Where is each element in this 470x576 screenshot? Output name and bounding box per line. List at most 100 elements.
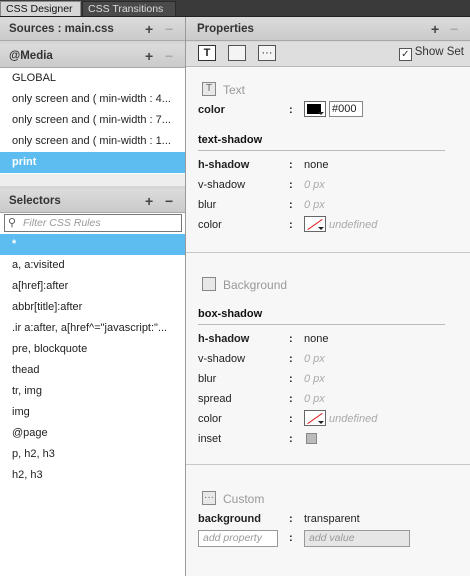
- filter-placeholder: Filter CSS Rules: [23, 217, 101, 229]
- properties-toolbar: T ··· ✓ Show Set: [186, 42, 470, 67]
- box-spread-value[interactable]: 0 px: [304, 393, 325, 405]
- properties-body: T Text color : #000 text-shadow h-shadow…: [186, 67, 470, 576]
- selector-item-universal[interactable]: *: [0, 234, 185, 255]
- selector-item[interactable]: tr, img: [0, 381, 185, 402]
- show-set-toggle[interactable]: ✓ Show Set: [398, 46, 464, 61]
- selector-item[interactable]: p, h2, h3: [0, 444, 185, 465]
- colon: :: [289, 104, 293, 116]
- show-set-checkbox[interactable]: ✓: [398, 48, 412, 61]
- colon: :: [289, 199, 293, 211]
- media-item[interactable]: only screen and ( min-width : 1...: [0, 131, 185, 152]
- background-value[interactable]: transparent: [304, 513, 360, 525]
- custom-category-icon[interactable]: ···: [258, 45, 276, 61]
- colon: :: [289, 513, 293, 525]
- show-set-label: Show Set: [414, 46, 464, 58]
- custom-group-title: Custom: [223, 492, 265, 506]
- box-color-swatch[interactable]: [304, 410, 326, 426]
- box-blur-value[interactable]: 0 px: [304, 373, 325, 385]
- colon: :: [289, 159, 293, 171]
- add-media-button[interactable]: +: [145, 44, 153, 68]
- background-category-icon[interactable]: [228, 45, 246, 61]
- h-shadow-value[interactable]: none: [304, 159, 328, 171]
- remove-source-button[interactable]: −: [165, 17, 173, 41]
- colon: :: [289, 333, 293, 345]
- box-v-shadow-value[interactable]: 0 px: [304, 353, 325, 365]
- sources-title: Sources : main.css: [9, 23, 114, 35]
- box-color-label: color: [198, 413, 222, 425]
- group-separator: [186, 252, 470, 253]
- v-shadow-value[interactable]: 0 px: [304, 179, 325, 191]
- shadow-color-value[interactable]: undefined: [329, 219, 377, 231]
- add-property-button[interactable]: +: [431, 17, 439, 41]
- background-label: background: [198, 513, 261, 525]
- add-source-button[interactable]: +: [145, 17, 153, 41]
- box-shadow-title: box-shadow: [198, 308, 263, 320]
- selectors-title: Selectors: [9, 195, 61, 207]
- custom-icon: ···: [202, 491, 216, 505]
- selector-item[interactable]: h2, h3: [0, 465, 185, 486]
- color-swatch[interactable]: [304, 101, 326, 117]
- selector-item[interactable]: pre, blockquote: [0, 339, 185, 360]
- box-color-value[interactable]: undefined: [329, 413, 377, 425]
- divider: [198, 150, 445, 151]
- media-item[interactable]: only screen and ( min-width : 4...: [0, 89, 185, 110]
- selector-item[interactable]: a[href]:after: [0, 276, 185, 297]
- selector-item[interactable]: @page: [0, 423, 185, 444]
- search-icon: ⚲: [8, 217, 17, 229]
- panel-tab-bar: CSS Designer CSS Transitions: [0, 0, 470, 17]
- selectors-list: ⚲ Filter CSS Rules * a, a:visited a[href…: [0, 213, 185, 576]
- text-shadow-title: text-shadow: [198, 134, 263, 146]
- colon: :: [289, 179, 293, 191]
- colon: :: [289, 373, 293, 385]
- tab-css-transitions[interactable]: CSS Transitions: [82, 1, 176, 16]
- blur-value[interactable]: 0 px: [304, 199, 325, 211]
- selector-item[interactable]: thead: [0, 360, 185, 381]
- text-icon: T: [202, 82, 216, 96]
- color-label: color: [198, 104, 225, 116]
- selectors-header: Selectors + −: [0, 189, 185, 213]
- inset-label: inset: [198, 433, 222, 445]
- remove-selector-button[interactable]: −: [165, 189, 173, 213]
- blur-label: blur: [198, 199, 217, 211]
- filter-css-rules-input[interactable]: ⚲ Filter CSS Rules: [4, 214, 182, 232]
- sources-header: Sources : main.css + −: [0, 17, 185, 41]
- selector-item[interactable]: abbr[title]:after: [0, 297, 185, 318]
- colon: :: [289, 413, 293, 425]
- colon: :: [289, 433, 293, 445]
- selector-item[interactable]: img: [0, 402, 185, 423]
- text-category-icon[interactable]: T: [198, 45, 216, 61]
- selector-item[interactable]: a, a:visited: [0, 255, 185, 276]
- media-list-empty-area: [0, 174, 185, 186]
- properties-panel: Properties + − T ··· ✓ Show Set T Text co…: [186, 17, 470, 576]
- box-spread-label: spread: [198, 393, 232, 405]
- box-blur-label: blur: [198, 373, 217, 385]
- properties-title: Properties: [197, 23, 254, 35]
- tab-css-designer[interactable]: CSS Designer: [0, 1, 81, 16]
- box-h-shadow-label: h-shadow: [198, 333, 250, 345]
- left-panel: Sources : main.css + − @Media + − GLOBAL…: [0, 17, 186, 576]
- remove-media-button[interactable]: −: [165, 44, 173, 68]
- add-value-input[interactable]: add value: [304, 530, 410, 547]
- colon: :: [289, 393, 293, 405]
- media-item[interactable]: only screen and ( min-width : 7...: [0, 110, 185, 131]
- v-shadow-label: v-shadow: [198, 179, 246, 191]
- shadow-color-label: color: [198, 219, 222, 231]
- add-selector-button[interactable]: +: [145, 189, 153, 213]
- properties-header: Properties + −: [186, 17, 470, 41]
- selector-item[interactable]: .ir a:after, a[href^="javascript:"...: [0, 318, 185, 339]
- h-shadow-label: h-shadow: [198, 159, 250, 171]
- media-header: @Media + −: [0, 44, 185, 68]
- box-h-shadow-value[interactable]: none: [304, 333, 328, 345]
- media-item-global[interactable]: GLOBAL: [0, 68, 185, 89]
- color-hex-input[interactable]: #000: [329, 101, 363, 117]
- inset-checkbox[interactable]: [306, 433, 317, 444]
- media-item-print[interactable]: print: [0, 152, 185, 173]
- divider: [198, 324, 445, 325]
- media-list: GLOBAL only screen and ( min-width : 4..…: [0, 68, 185, 174]
- remove-property-button[interactable]: −: [450, 17, 458, 41]
- group-separator: [186, 464, 470, 465]
- shadow-color-swatch[interactable]: [304, 216, 326, 232]
- box-v-shadow-label: v-shadow: [198, 353, 246, 365]
- add-property-input[interactable]: add property: [198, 530, 278, 547]
- background-group-title: Background: [223, 278, 288, 292]
